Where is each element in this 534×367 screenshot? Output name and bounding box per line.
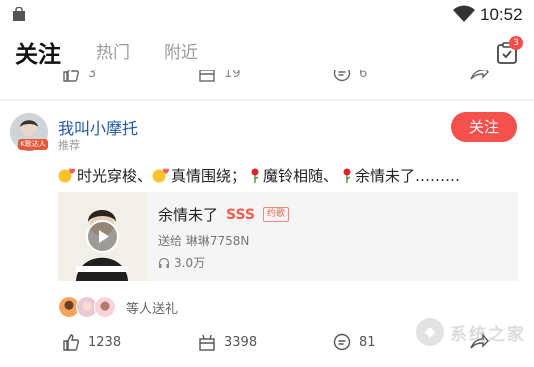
gift-button[interactable]: 19 xyxy=(198,70,241,82)
rose-emoji-icon xyxy=(343,168,351,183)
thumb-up-icon xyxy=(63,70,79,82)
gift-text: 等人送礼 xyxy=(126,301,179,317)
previous-post-actions: 3 19 6 xyxy=(0,70,534,88)
song-cover xyxy=(58,192,147,281)
wifi-icon xyxy=(453,5,475,22)
watermark-logo-icon: ◆ xyxy=(416,318,444,346)
feed-tabs: 关注 热门 附近 xyxy=(0,28,534,74)
post-text-segment: 余情未了……… xyxy=(355,167,461,185)
share-icon xyxy=(470,70,489,80)
thumb-up-icon xyxy=(63,334,79,351)
tab-popular[interactable]: 热门 xyxy=(96,38,130,63)
notification-badge: 3 xyxy=(509,36,523,50)
recommend-tag: 推荐 xyxy=(58,139,80,152)
follow-button[interactable]: 关注 xyxy=(451,112,517,142)
avatar-level-badge: K歌达人 xyxy=(18,139,48,150)
post-text-segment: 真情围绕； xyxy=(171,167,247,185)
watermark: ◆ 系统之家 xyxy=(416,318,526,346)
feed-divider xyxy=(0,99,534,101)
like-button[interactable]: 3 xyxy=(62,70,96,82)
gift-senders[interactable]: 等人送礼 xyxy=(58,296,178,318)
post-text-segment: 时光穿梭、 xyxy=(77,167,153,185)
watermark-text: 系统之家 xyxy=(450,324,526,345)
status-bar: 10:52 xyxy=(0,0,534,28)
like-count: 1238 xyxy=(88,334,122,350)
gift-icon xyxy=(199,334,215,351)
duet-tag: 约歌 xyxy=(263,207,290,222)
play-count-value: 3.0万 xyxy=(174,256,206,270)
comment-count: 81 xyxy=(359,334,376,350)
headphones-icon xyxy=(158,257,170,268)
comment-button[interactable]: 81 xyxy=(333,333,376,351)
song-title-row: 余情未了 SSS 约歌 xyxy=(158,204,290,225)
love-emoji-icon xyxy=(58,168,75,183)
tab-following[interactable]: 关注 xyxy=(15,35,61,69)
song-score: SSS xyxy=(226,206,256,223)
love-emoji-icon xyxy=(152,168,170,183)
comment-icon xyxy=(333,70,351,82)
comment-icon xyxy=(333,333,351,351)
gift-sender-avatar xyxy=(94,296,116,318)
song-card[interactable]: 余情未了 SSS 约歌 送给 琳琳7758N 3.0万 xyxy=(58,192,518,281)
username[interactable]: 我叫小摩托 xyxy=(58,115,138,139)
post-text-segment: 魔铃相随、 xyxy=(263,167,339,185)
status-time: 10:52 xyxy=(480,5,523,24)
play-icon xyxy=(99,230,109,243)
gift-count: 19 xyxy=(224,70,241,81)
comment-count: 6 xyxy=(359,70,368,81)
share-button[interactable] xyxy=(469,70,489,82)
comment-button[interactable]: 6 xyxy=(333,70,367,82)
rose-emoji-icon xyxy=(251,168,259,183)
tab-nearby[interactable]: 附近 xyxy=(164,38,198,63)
like-button[interactable]: 1238 xyxy=(62,333,121,351)
gift-button[interactable]: 3398 xyxy=(198,333,257,351)
song-recipient[interactable]: 送给 琳琳7758N xyxy=(158,232,249,249)
gift-icon xyxy=(199,70,215,82)
shopping-bag-icon xyxy=(13,7,25,21)
like-count: 3 xyxy=(88,70,97,81)
gift-count: 3398 xyxy=(224,334,258,350)
song-title: 余情未了 xyxy=(158,206,219,224)
play-count: 3.0万 xyxy=(158,254,205,271)
post-text: 时光穿梭、 真情围绕； 魔铃相随、 余情未了……… xyxy=(58,165,460,186)
play-button[interactable] xyxy=(86,220,119,253)
